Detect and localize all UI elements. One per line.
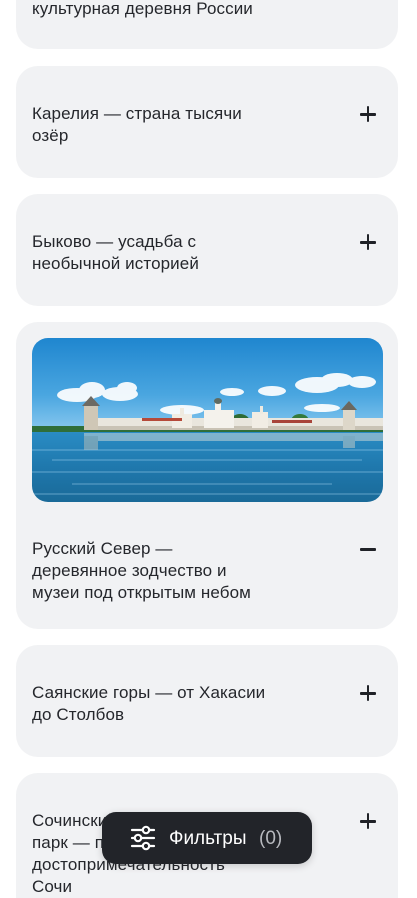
filters-button[interactable]: Фильтры (0) (102, 812, 312, 864)
accordion-item-title-line: Быково — усадьба с (32, 232, 197, 251)
accordion-item-karelia[interactable]: Карелия — страна тысячи озёр (16, 66, 398, 178)
accordion-item-title-line: до Столбов (32, 705, 125, 724)
accordion-item-title-line: Сочи (32, 877, 73, 896)
plus-icon[interactable] (360, 685, 376, 702)
kirillo-belozersky-monastery-lake-photo (32, 338, 383, 502)
accordion-item-title: Карелия — страна тысячи озёр (32, 103, 242, 147)
accordion-item-title-line: необычной историей (32, 254, 199, 273)
accordion-item-title-line: Карелия — страна тысячи (32, 104, 242, 123)
accordion-item-title: Быково — усадьба с необычной историей (32, 231, 199, 275)
plus-icon[interactable] (360, 234, 376, 251)
filters-count: (0) (259, 828, 283, 849)
accordion-item-title-line: деревянное зодчество и (32, 561, 227, 580)
accordion-item-sayan[interactable]: Саянские горы — от Хакасии до Столбов (16, 645, 398, 757)
accordion-item-title: Русский Север — деревянное зодчество и м… (32, 538, 251, 604)
accordion-item-bykovo[interactable]: Быково — усадьба с необычной историей (16, 194, 398, 306)
accordion-item-title-line: озёр (32, 126, 69, 145)
accordion-item-top[interactable]: культурная деревня России (16, 0, 398, 49)
accordion-item-title-line: Саянские горы — от Хакасии (32, 683, 266, 702)
accordion-item-russian-north[interactable]: Русский Север — деревянное зодчество и м… (16, 322, 398, 629)
plus-icon[interactable] (360, 106, 376, 123)
minus-icon[interactable] (360, 541, 376, 557)
accordion-item-title: Саянские горы — от Хакасии до Столбов (32, 682, 265, 726)
accordion-item-title: культурная деревня России (32, 0, 253, 20)
page: культурная деревня России Карелия — стра… (0, 0, 417, 898)
accordion-item-title-line: музеи под открытым небом (32, 583, 251, 602)
filters-button-label: Фильтры (169, 828, 247, 849)
sliders-icon (130, 825, 156, 851)
plus-icon[interactable] (360, 813, 376, 830)
accordion-item-title-line: Русский Север — (32, 539, 173, 558)
accordion-item-title-line: культурная деревня России (32, 0, 253, 18)
